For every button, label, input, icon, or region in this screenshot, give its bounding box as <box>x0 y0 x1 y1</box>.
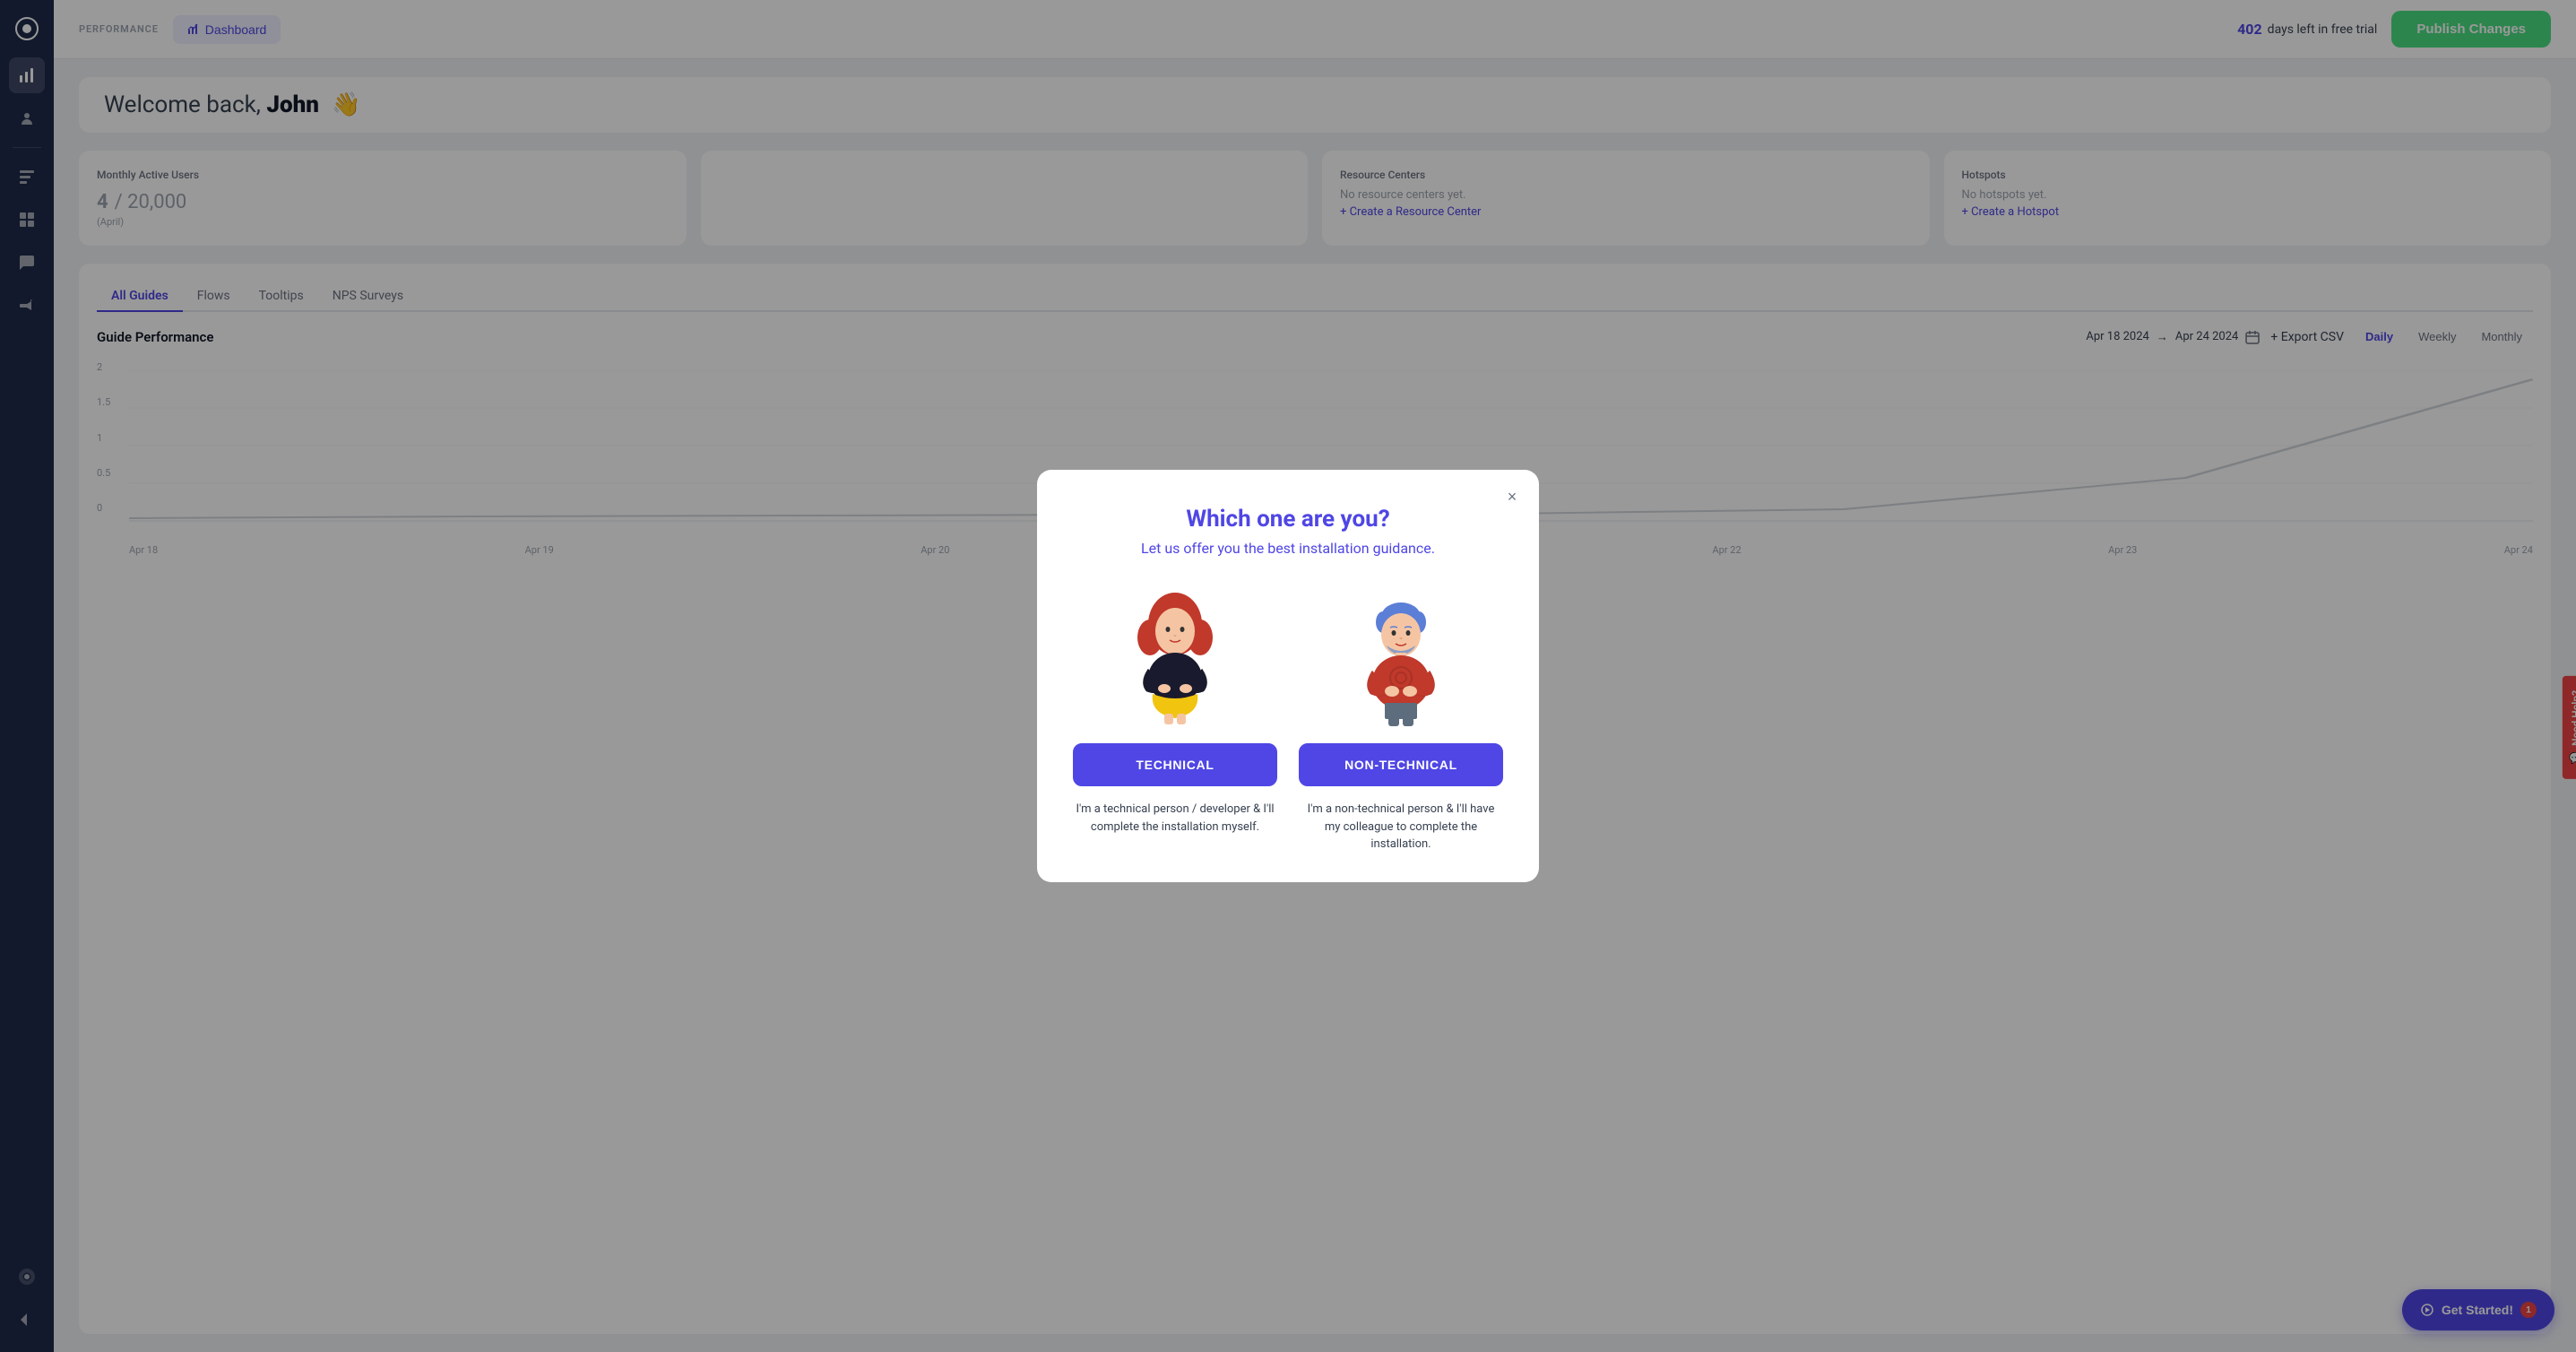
choice-technical: TECHNICAL I'm a technical person / devel… <box>1073 585 1277 854</box>
modal-choices: TECHNICAL I'm a technical person / devel… <box>1073 585 1503 854</box>
non-technical-button[interactable]: NON-TECHNICAL <box>1299 743 1503 786</box>
modal: × Which one are you? Let us offer you th… <box>1037 470 1539 882</box>
modal-close-button[interactable]: × <box>1500 484 1525 509</box>
technical-illustration <box>1103 585 1247 729</box>
technical-description: I'm a technical person / developer & I'l… <box>1073 801 1277 836</box>
modal-subtitle: Let us offer you the best installation g… <box>1073 540 1503 557</box>
non-technical-avatar-svg <box>1338 588 1464 727</box>
modal-overlay[interactable]: × Which one are you? Let us offer you th… <box>0 0 2576 1352</box>
non-technical-illustration <box>1329 585 1473 729</box>
non-technical-description: I'm a non-technical person & I'll have m… <box>1299 801 1503 854</box>
modal-title: Which one are you? <box>1073 506 1503 533</box>
technical-button[interactable]: TECHNICAL <box>1073 743 1277 786</box>
technical-avatar-svg <box>1112 588 1238 727</box>
choice-non-technical: NON-TECHNICAL I'm a non-technical person… <box>1299 585 1503 854</box>
